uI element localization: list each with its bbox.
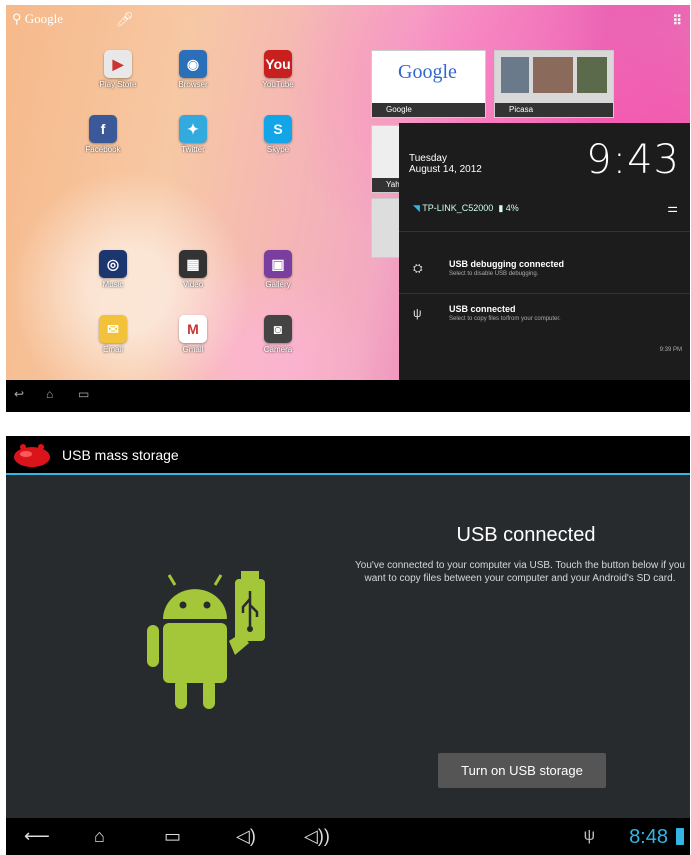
recent-apps-icon[interactable]: ▭ <box>164 826 181 847</box>
battery-icon <box>676 828 684 845</box>
play-store-icon: ▶ <box>104 50 132 78</box>
notification-time: 9:39 PM <box>659 347 682 353</box>
usb-status-icon: ψ <box>583 827 595 844</box>
wifi-status[interactable]: ◥ TP-LINK_C52000 ▮ 4% <box>413 203 519 214</box>
app-email[interactable]: ✉ Email <box>83 315 143 354</box>
notification-title: USB connected <box>449 304 516 314</box>
twitter-icon: ✦ <box>179 115 207 143</box>
camera-icon: ◙ <box>264 315 292 343</box>
recent-app-label: Picasa <box>495 103 613 117</box>
app-skype[interactable]: S Skype <box>248 115 308 154</box>
battery-icon: ▮ <box>498 203 504 213</box>
app-music[interactable]: ◎ Music <box>83 250 143 289</box>
notification-usb-debugging[interactable]: ⛭ USB debugging connected Select to disa… <box>399 251 690 291</box>
app-label: Video <box>182 280 204 289</box>
app-play-store[interactable]: ▶ Play Store <box>88 50 148 89</box>
globe-icon: ◉ <box>179 50 207 78</box>
video-icon: ▦ <box>179 250 207 278</box>
home-screen-screenshot: ⚲ Google 🎤︎ ⠿ ▶ Play Store ◉ Browser You YouT… <box>6 5 690 412</box>
recent-app-picasa[interactable]: Picasa <box>494 50 614 118</box>
usb-icon: ψ <box>413 306 422 320</box>
app-gmail[interactable]: M Gmail <box>163 315 223 354</box>
usb-connected-heading: USB connected <box>456 524 596 546</box>
gmail-icon: M <box>179 315 207 343</box>
action-bar: USB mass storage <box>6 436 690 475</box>
back-icon[interactable]: ↩ <box>14 387 24 401</box>
turn-on-usb-storage-button[interactable]: Turn on USB storage <box>438 753 606 788</box>
android-usb-illustration <box>147 571 265 709</box>
recent-app-google[interactable]: Google Google <box>371 50 486 118</box>
date-label: August 14, 2012 <box>409 164 482 175</box>
app-label: Play Store <box>99 80 137 89</box>
youtube-icon: You <box>264 50 292 78</box>
google-search-widget[interactable]: ⚲ Google <box>12 11 63 27</box>
app-label: Browser <box>178 80 208 89</box>
home-icon[interactable]: ⌂ <box>46 387 53 401</box>
microphone-icon[interactable]: 🎤︎ <box>116 11 134 28</box>
system-nav-bar: ↩ ⌂ ▭ <box>6 380 690 412</box>
app-logo-icon[interactable] <box>12 442 52 468</box>
notification-date: Tuesday August 14, 2012 <box>409 153 482 175</box>
home-icon[interactable]: ⌂ <box>94 826 105 847</box>
app-label: YouTube <box>262 80 294 89</box>
recent-app-label: Google <box>372 103 485 117</box>
skype-icon: S <box>264 115 292 143</box>
notification-usb-connected[interactable]: ψ USB connected Select to copy files to/… <box>399 296 690 336</box>
app-video[interactable]: ▦ Video <box>163 250 223 289</box>
day-label: Tuesday <box>409 153 447 164</box>
notification-clock: 9:43 <box>586 137 680 183</box>
settings-sliders-icon[interactable]: ⚌ <box>667 201 678 215</box>
all-apps-icon[interactable]: ⠿ <box>672 13 682 29</box>
usb-storage-screenshot: USB mass storage USB connected You've co… <box>6 436 690 855</box>
back-icon[interactable]: ⟵ <box>24 826 50 847</box>
app-youtube[interactable]: You YouTube <box>248 50 308 89</box>
action-bar-title: USB mass storage <box>62 447 179 463</box>
app-browser[interactable]: ◉ Browser <box>163 50 223 89</box>
email-icon: ✉ <box>99 315 127 343</box>
usb-connected-description: You've connected to your computer via US… <box>355 560 685 584</box>
system-nav-bar: ⟵ ⌂ ▭ ◁) ◁)) ψ 8:48 <box>6 818 690 855</box>
app-label: Gallery <box>265 280 291 289</box>
app-gallery[interactable]: ▣ Gallery <box>248 250 308 289</box>
search-icon: ⚲ <box>12 11 22 26</box>
notification-title: USB debugging connected <box>449 259 565 269</box>
app-facebook[interactable]: f Facebook <box>73 115 133 154</box>
app-label: Facebook <box>85 145 121 154</box>
volume-up-icon[interactable]: ◁)) <box>304 826 330 847</box>
google-logo: Google <box>398 61 457 83</box>
recent-apps-icon[interactable]: ▭ <box>78 387 89 401</box>
notification-panel: Tuesday August 14, 2012 9:43 ◥ TP-LINK_C… <box>399 123 690 383</box>
notification-subtitle: Select to copy files to/from your comput… <box>449 316 561 322</box>
app-camera[interactable]: ◙ Camera <box>248 315 308 354</box>
app-label: Email <box>102 345 123 354</box>
app-label: Music <box>102 280 124 289</box>
app-label: Twitter <box>181 145 205 154</box>
app-label: Gmail <box>182 345 204 354</box>
app-label: Camera <box>263 345 293 354</box>
gallery-icon: ▣ <box>264 250 292 278</box>
app-label: Skype <box>266 145 290 154</box>
facebook-icon: f <box>89 115 117 143</box>
wifi-icon: ◥ <box>413 203 420 213</box>
music-icon: ◎ <box>99 250 127 278</box>
status-time: 8:48 <box>629 826 668 848</box>
volume-down-icon[interactable]: ◁) <box>236 826 256 847</box>
android-debug-icon: ⛭ <box>413 261 423 275</box>
app-twitter[interactable]: ✦ Twitter <box>163 115 223 154</box>
wifi-ssid: TP-LINK_C52000 <box>422 203 494 213</box>
notification-subtitle: Select to disable USB debugging. <box>449 271 539 277</box>
search-label: Google <box>24 11 64 26</box>
battery-percent: 4% <box>505 203 519 213</box>
